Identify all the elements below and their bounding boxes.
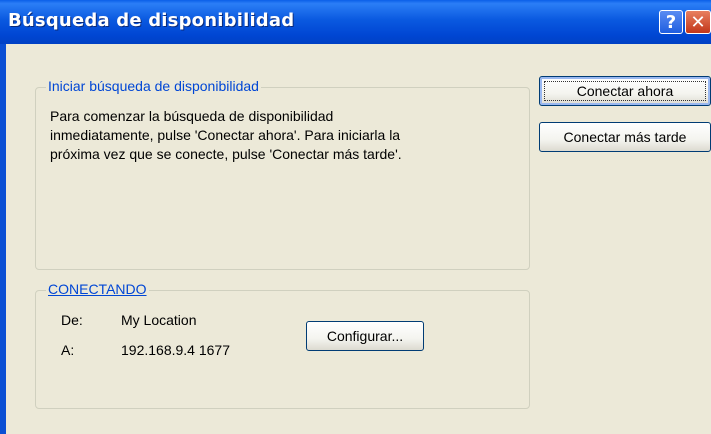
- start-search-group-title: Iniciar búsqueda de disponibilidad: [46, 78, 261, 94]
- connecting-group: [35, 290, 530, 409]
- close-icon: ✕: [690, 11, 706, 33]
- dialog-window: Búsqueda de disponibilidad ? ✕ Iniciar b…: [0, 0, 711, 434]
- help-button[interactable]: ?: [659, 10, 683, 34]
- to-value: 192.168.9.4 1677: [121, 342, 230, 358]
- connect-later-button[interactable]: Conectar más tarde: [539, 122, 711, 152]
- to-label: A:: [61, 342, 75, 358]
- title-bar[interactable]: Búsqueda de disponibilidad ? ✕: [0, 0, 711, 44]
- connecting-group-title: CONECTANDO: [46, 281, 149, 297]
- from-label: De:: [61, 312, 83, 328]
- window-border: [0, 44, 6, 434]
- window-title: Búsqueda de disponibilidad: [8, 10, 295, 31]
- connect-now-button[interactable]: Conectar ahora: [539, 76, 711, 106]
- configure-button-label: Configurar...: [326, 328, 404, 344]
- from-value: My Location: [121, 312, 197, 328]
- focus-indicator: [544, 81, 706, 101]
- connect-later-label: Conectar más tarde: [563, 129, 687, 145]
- configure-button[interactable]: Configurar...: [306, 321, 424, 351]
- close-button[interactable]: ✕: [685, 10, 711, 34]
- start-search-description: Para comenzar la búsqueda de disponibili…: [50, 108, 402, 162]
- help-icon: ?: [665, 11, 677, 33]
